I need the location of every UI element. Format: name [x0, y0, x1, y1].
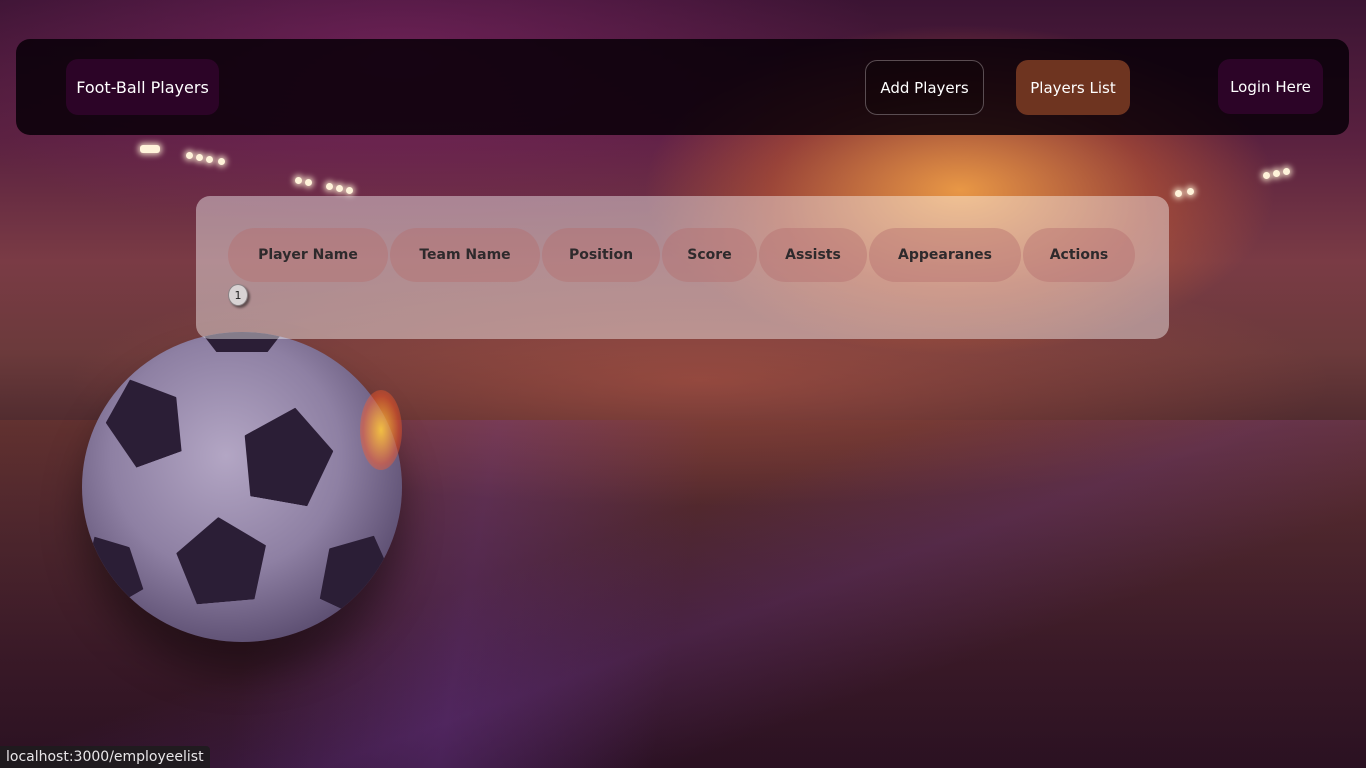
players-list-button[interactable]: Players List	[1016, 60, 1130, 115]
brand-link[interactable]: Foot-Ball Players	[66, 59, 219, 115]
add-players-button[interactable]: Add Players	[865, 60, 984, 115]
players-table-panel: Player Name Team Name Position Score Ass…	[196, 196, 1169, 339]
column-header-actions: Actions	[1023, 228, 1135, 282]
ball-reflection	[360, 390, 402, 470]
table-header-row: Player Name Team Name Position Score Ass…	[228, 228, 1135, 282]
column-header-appearances: Appearanes	[869, 228, 1021, 282]
browser-status-bar: localhost:3000/employeelist	[0, 746, 210, 768]
top-navbar: Foot-Ball Players Add Players Players Li…	[16, 39, 1349, 135]
column-header-assists: Assists	[759, 228, 867, 282]
soccer-ball-image	[82, 332, 402, 642]
login-button[interactable]: Login Here	[1218, 59, 1323, 114]
column-header-position: Position	[542, 228, 660, 282]
column-header-player-name: Player Name	[228, 228, 388, 282]
page-number-badge[interactable]: 1	[228, 284, 248, 306]
column-header-team-name: Team Name	[390, 228, 540, 282]
column-header-score: Score	[662, 228, 757, 282]
